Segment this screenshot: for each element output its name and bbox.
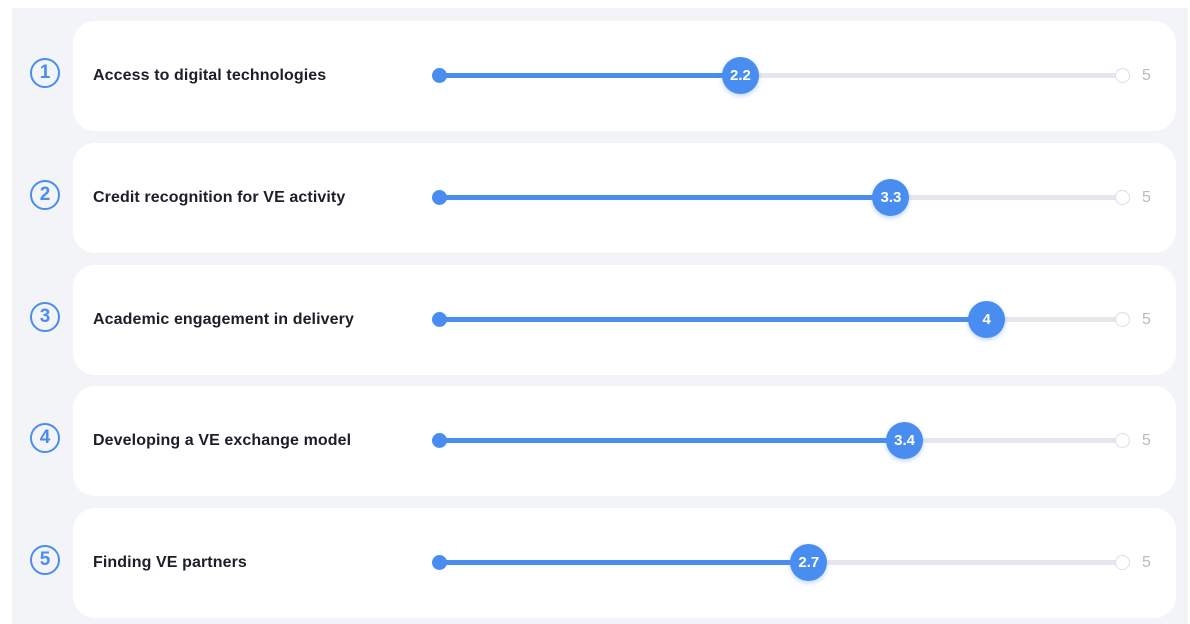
slider-fill	[439, 560, 809, 565]
rating-card: Access to digital technologies 2.2 5	[73, 21, 1176, 131]
slider-start-dot	[432, 68, 447, 83]
slider-end-dot	[1115, 433, 1130, 448]
rank-number-badge: 3	[30, 302, 60, 332]
slider-end-dot	[1115, 190, 1130, 205]
rating-panel: 1 Access to digital technologies 2.2 5 2…	[12, 8, 1188, 624]
slider-fill	[439, 195, 891, 200]
rating-card: Developing a VE exchange model 3.4 5	[73, 386, 1176, 496]
scale-max-label: 5	[1142, 67, 1151, 84]
slider-start-dot	[432, 555, 447, 570]
slider-thumb[interactable]: 3.4	[886, 422, 924, 459]
slider-fill	[439, 73, 740, 78]
slider-thumb[interactable]: 4	[968, 301, 1006, 338]
slider-start-dot	[432, 190, 447, 205]
rating-card: Finding VE partners 2.7 5	[73, 508, 1176, 618]
scale-max-label: 5	[1142, 189, 1151, 206]
rank-number-badge: 5	[30, 545, 60, 575]
rating-row: 1 Access to digital technologies 2.2 5	[12, 21, 1188, 131]
item-label: Academic engagement in delivery	[93, 311, 354, 328]
slider-start-dot	[432, 312, 447, 327]
slider-track[interactable]: 3.3	[432, 179, 1130, 216]
rating-card: Academic engagement in delivery 4 5	[73, 265, 1176, 375]
item-label: Credit recognition for VE activity	[93, 189, 346, 206]
item-label: Developing a VE exchange model	[93, 432, 352, 449]
slider-end-dot	[1115, 312, 1130, 327]
slider-thumb[interactable]: 3.3	[872, 179, 910, 216]
item-label: Finding VE partners	[93, 554, 247, 571]
rating-row: 3 Academic engagement in delivery 4 5	[12, 265, 1188, 375]
slider-end-dot	[1115, 68, 1130, 83]
slider-fill	[439, 438, 905, 443]
slider-thumb[interactable]: 2.7	[790, 544, 828, 581]
slider-track[interactable]: 4	[432, 301, 1130, 338]
item-label: Access to digital technologies	[93, 67, 327, 84]
slider-fill	[439, 317, 987, 322]
rank-number-badge: 1	[30, 58, 60, 88]
scale-max-label: 5	[1142, 311, 1151, 328]
slider-start-dot	[432, 433, 447, 448]
rating-card: Credit recognition for VE activity 3.3 5	[73, 143, 1176, 253]
slider-track[interactable]: 2.2	[432, 57, 1130, 94]
rating-row: 2 Credit recognition for VE activity 3.3…	[12, 143, 1188, 253]
slider-track[interactable]: 2.7	[432, 544, 1130, 581]
slider-end-dot	[1115, 555, 1130, 570]
rank-number-badge: 4	[30, 423, 60, 453]
rating-row: 4 Developing a VE exchange model 3.4 5	[12, 386, 1188, 496]
slider-thumb[interactable]: 2.2	[721, 57, 759, 94]
scale-max-label: 5	[1142, 432, 1151, 449]
rating-row: 5 Finding VE partners 2.7 5	[12, 508, 1188, 618]
slider-track[interactable]: 3.4	[432, 422, 1130, 459]
scale-max-label: 5	[1142, 554, 1151, 571]
rank-number-badge: 2	[30, 180, 60, 210]
